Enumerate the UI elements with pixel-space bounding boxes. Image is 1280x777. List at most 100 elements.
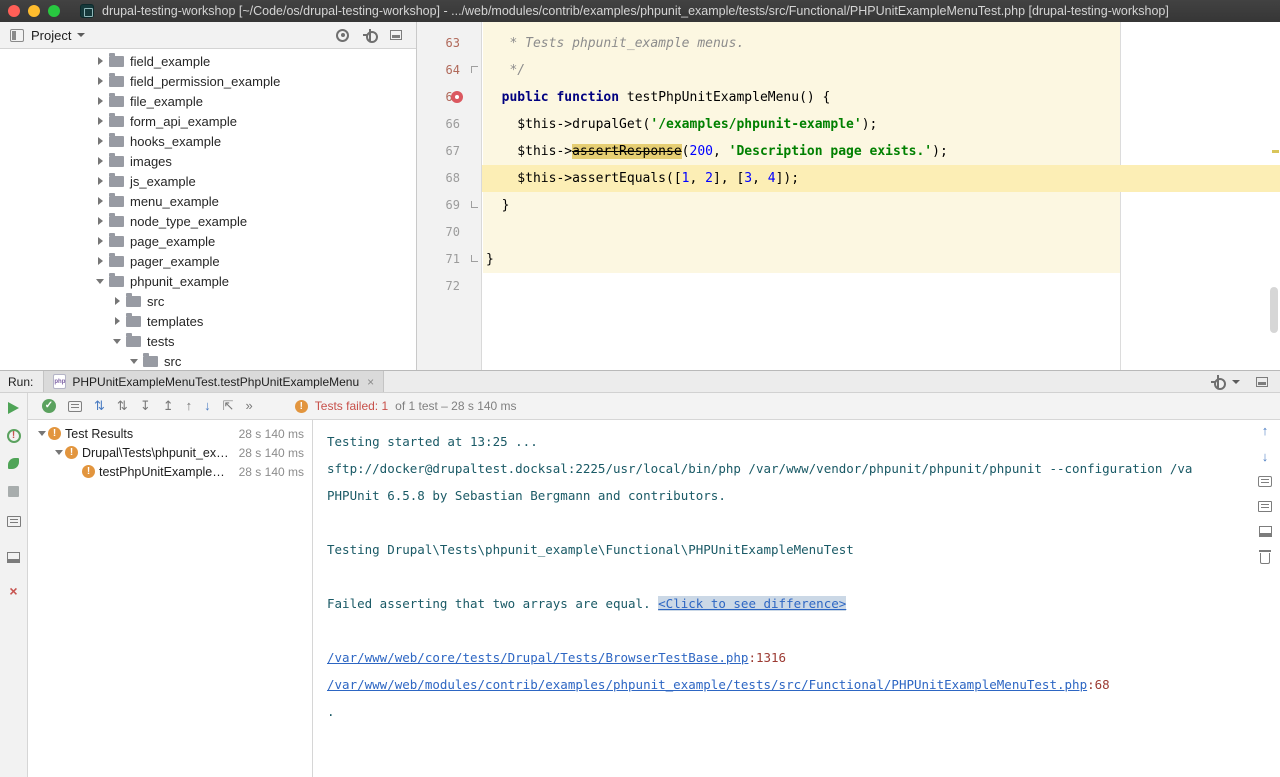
- test-tree-item[interactable]: !testPhpUnitExampleMenu28 s 140 ms: [28, 462, 312, 481]
- code-text[interactable]: }: [482, 192, 1280, 219]
- chevron-right-icon[interactable]: [93, 177, 107, 185]
- code-line-67[interactable]: 67 $this->assertResponse(200, 'Descripti…: [417, 138, 1280, 165]
- chevron-right-icon[interactable]: [93, 77, 107, 85]
- code-text[interactable]: $this->assertResponse(200, 'Description …: [482, 138, 1280, 165]
- code-line-64[interactable]: 64 */: [417, 57, 1280, 84]
- minimize-window-button[interactable]: [28, 5, 40, 17]
- run-settings-gear-button[interactable]: [1211, 375, 1240, 388]
- code-text[interactable]: * Tests phpunit_example menus.: [482, 30, 1280, 57]
- code-text[interactable]: }: [482, 246, 1280, 273]
- chevron-down-icon[interactable]: [77, 33, 85, 37]
- project-tree-item-templates[interactable]: templates: [0, 311, 416, 331]
- project-view-label[interactable]: Project: [31, 28, 71, 43]
- chevron-down-icon[interactable]: [127, 359, 141, 364]
- breakpoint-icon[interactable]: [451, 91, 463, 103]
- next-failed-test-button[interactable]: ↓: [204, 399, 211, 413]
- project-tree-item-hooks_example[interactable]: hooks_example: [0, 131, 416, 151]
- toggle-auto-test-button[interactable]: [8, 458, 19, 469]
- run-console[interactable]: Testing started at 13:25 ...sftp://docke…: [313, 420, 1280, 777]
- code-line-65[interactable]: 65 public function testPhpUnitExampleMen…: [417, 84, 1280, 111]
- test-tree-item[interactable]: !Drupal\Tests\phpunit_example\Functional…: [28, 443, 312, 462]
- chevron-right-icon[interactable]: [93, 137, 107, 145]
- code-line-70[interactable]: 70: [417, 219, 1280, 246]
- project-tree-item-field_example[interactable]: field_example: [0, 51, 416, 71]
- chevron-right-icon[interactable]: [93, 257, 107, 265]
- project-tree-item-phpunit_example[interactable]: phpunit_example: [0, 271, 416, 291]
- clear-console-button[interactable]: [1260, 553, 1270, 564]
- prev-stack-frame-button[interactable]: ↑: [1262, 424, 1269, 438]
- code-line-72[interactable]: 72: [417, 273, 1280, 300]
- project-tree-item-tests[interactable]: tests: [0, 331, 416, 351]
- chevron-right-icon[interactable]: [110, 297, 124, 305]
- console-link[interactable]: /var/www/web/core/tests/Drupal/Tests/Bro…: [327, 650, 748, 665]
- project-tree-item-pager_example[interactable]: pager_example: [0, 251, 416, 271]
- chevron-right-icon[interactable]: [110, 317, 124, 325]
- gutter-cell[interactable]: 70: [417, 219, 482, 246]
- project-tree-item-form_api_example[interactable]: form_api_example: [0, 111, 416, 131]
- chevron-right-icon[interactable]: [93, 197, 107, 205]
- rerun-tests-button[interactable]: [8, 402, 19, 414]
- hide-project-panel-button[interactable]: [390, 30, 402, 40]
- console-link[interactable]: /var/www/web/modules/contrib/examples/ph…: [327, 677, 1087, 692]
- code-line-63[interactable]: 63 * Tests phpunit_example menus.: [417, 30, 1280, 57]
- sort-alphabetically-button[interactable]: ⇅: [117, 399, 128, 413]
- gutter-cell[interactable]: 72: [417, 273, 482, 300]
- gutter-cell[interactable]: 66: [417, 111, 482, 138]
- console-link[interactable]: <Click to see difference>: [658, 596, 846, 611]
- project-tree-item-js_example[interactable]: js_example: [0, 171, 416, 191]
- code-text[interactable]: [482, 219, 1280, 246]
- chevron-right-icon[interactable]: [93, 237, 107, 245]
- gutter-cell[interactable]: 64: [417, 57, 482, 84]
- show-ignored-button[interactable]: [68, 401, 82, 412]
- rerun-failed-tests-button[interactable]: [7, 429, 21, 443]
- code-line-69[interactable]: 69 }: [417, 192, 1280, 219]
- project-tree-item-page_example[interactable]: page_example: [0, 231, 416, 251]
- project-tree-item-field_permission_example[interactable]: field_permission_example: [0, 71, 416, 91]
- code-text[interactable]: [482, 273, 1280, 300]
- code-text[interactable]: public function testPhpUnitExampleMenu()…: [482, 84, 1280, 111]
- stop-button[interactable]: [8, 486, 19, 497]
- test-tree-item[interactable]: !Test Results28 s 140 ms: [28, 424, 312, 443]
- gutter-cell[interactable]: 71: [417, 246, 482, 273]
- next-stack-frame-button[interactable]: ↓: [1262, 450, 1269, 464]
- project-tree-item-file_example[interactable]: file_example: [0, 91, 416, 111]
- jump-to-source-button[interactable]: [1258, 476, 1272, 487]
- hide-run-panel-button[interactable]: [1256, 377, 1268, 387]
- code-text[interactable]: */: [482, 57, 1280, 84]
- zoom-window-button[interactable]: [48, 5, 60, 17]
- editor-scrollbar[interactable]: [1270, 287, 1278, 333]
- code-line-66[interactable]: 66 $this->drupalGet('/examples/phpunit-e…: [417, 111, 1280, 138]
- chevron-right-icon[interactable]: [93, 97, 107, 105]
- project-settings-gear-button[interactable]: [363, 29, 376, 42]
- chevron-down-icon[interactable]: [93, 279, 107, 284]
- fold-marker-icon[interactable]: [471, 255, 478, 262]
- show-passed-button[interactable]: ✓: [42, 399, 56, 413]
- fold-marker-icon[interactable]: [471, 66, 478, 73]
- gutter-cell[interactable]: 68: [417, 165, 482, 192]
- project-tree-item-src[interactable]: src: [0, 351, 416, 370]
- project-tree-item-src[interactable]: src: [0, 291, 416, 311]
- gutter-cell[interactable]: 69: [417, 192, 482, 219]
- expand-all-button[interactable]: ↧: [140, 399, 151, 413]
- code-text[interactable]: $this->assertEquals([1, 2], [3, 4]);: [482, 165, 1280, 192]
- locate-file-button[interactable]: [336, 29, 349, 42]
- code-text[interactable]: $this->drupalGet('/examples/phpunit-exam…: [482, 111, 1280, 138]
- code-line-71[interactable]: 71}: [417, 246, 1280, 273]
- project-tree-item-images[interactable]: images: [0, 151, 416, 171]
- chevron-right-icon[interactable]: [93, 57, 107, 65]
- gutter-cell[interactable]: 67: [417, 138, 482, 165]
- fold-marker-icon[interactable]: [471, 201, 478, 208]
- sort-by-duration-button[interactable]: ⇅: [94, 399, 105, 413]
- close-panel-button[interactable]: ×: [9, 585, 17, 597]
- close-window-button[interactable]: [8, 5, 20, 17]
- code-line-68[interactable]: 68 $this->assertEquals([1, 2], [3, 4]);: [417, 165, 1280, 192]
- chevron-right-icon[interactable]: [93, 117, 107, 125]
- soft-wrap-button[interactable]: [1258, 501, 1272, 512]
- chevron-down-icon[interactable]: [36, 431, 48, 436]
- gutter-cell[interactable]: 65: [417, 84, 482, 111]
- test-history-button[interactable]: [7, 516, 21, 527]
- close-icon[interactable]: ×: [367, 375, 374, 389]
- toolbar-overflow-button[interactable]: »: [246, 399, 253, 413]
- project-tree-item-menu_example[interactable]: menu_example: [0, 191, 416, 211]
- project-tree-item-node_type_example[interactable]: node_type_example: [0, 211, 416, 231]
